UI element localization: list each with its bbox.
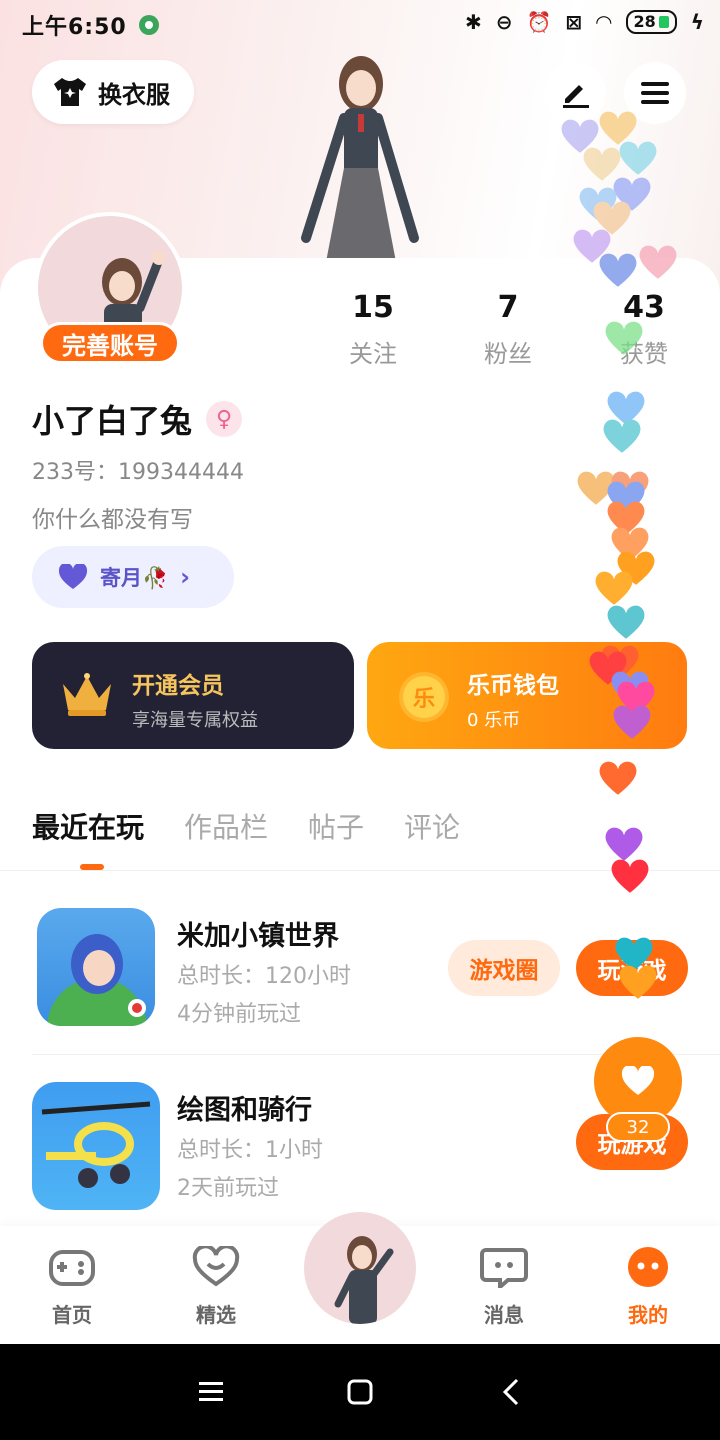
likes-label: 获赞 <box>620 340 668 368</box>
game-last-played: 4分钟前玩过 <box>177 1002 301 1027</box>
user-bio: 你什么都没有写 <box>32 507 193 533</box>
wifi-icon: ◠ <box>596 10 612 34</box>
chat-icon <box>480 1248 528 1292</box>
nav-me[interactable]: 我的 <box>598 1246 698 1328</box>
heart-icon <box>621 1066 655 1095</box>
stat-following[interactable]: 15 关注 <box>318 290 428 369</box>
tab-works[interactable]: 作品栏 <box>184 806 268 846</box>
user-id: 233号：199344444 <box>32 460 244 485</box>
vip-title: 开通会员 <box>132 673 224 699</box>
game-title: 绘图和骑行 <box>177 1095 312 1126</box>
status-time: 上午6:50 <box>22 15 127 40</box>
nav-home-label: 首页 <box>52 1303 92 1327</box>
tab-posts[interactable]: 帖子 <box>308 806 364 846</box>
followers-label: 粉丝 <box>484 340 532 368</box>
status-bar: 上午6:50 ✱ ⊖ ⏰ ⊠ ◠ 28 ϟ <box>0 0 720 50</box>
shirt-icon <box>54 78 86 106</box>
tab-recent[interactable]: 最近在玩 <box>32 806 144 846</box>
play-game-button[interactable]: 玩游戏 <box>576 940 688 996</box>
followers-count: 7 <box>497 290 519 325</box>
like-count-badge: 32 <box>606 1112 670 1142</box>
crown-icon <box>63 673 111 716</box>
female-icon: ♀ <box>206 401 243 437</box>
menu-icon <box>641 82 669 104</box>
following-label: 关注 <box>349 340 397 368</box>
stat-followers[interactable]: 7 粉丝 <box>453 290 563 369</box>
gamepad-icon <box>49 1250 95 1286</box>
battery-level: 28 <box>633 12 656 31</box>
game-icon-helicopter <box>32 1082 160 1210</box>
username: 小了白了兔 <box>32 402 193 440</box>
pen-icon <box>563 85 589 108</box>
game-list-item[interactable]: 米加小镇世界 总时长：120小时 4分钟前玩过 游戏圈 玩游戏 <box>32 908 720 1058</box>
game-duration: 总时长：1小时 <box>177 1138 323 1163</box>
nav-center-avatar[interactable] <box>304 1212 416 1324</box>
nav-me-label: 我的 <box>628 1303 668 1327</box>
heart-outline-icon <box>192 1244 240 1287</box>
chevron-right-icon: › <box>180 563 191 591</box>
game-last-played: 2天前玩过 <box>177 1176 279 1201</box>
edit-profile-button[interactable] <box>544 62 606 124</box>
game-title: 米加小镇世界 <box>177 921 339 952</box>
game-circle-button[interactable]: 游戏圈 <box>448 940 560 996</box>
sim-icon: ⊠ <box>565 10 583 34</box>
following-count: 15 <box>352 290 394 325</box>
change-outfit-label: 换衣服 <box>98 80 170 109</box>
back-icon[interactable] <box>502 1378 520 1406</box>
tab-comments[interactable]: 评论 <box>404 806 460 846</box>
wallet-card[interactable]: 乐 乐币钱包 0 乐币 <box>367 642 687 749</box>
recents-icon[interactable] <box>198 1381 224 1403</box>
alarm-icon: ⏰ <box>526 10 552 34</box>
nav-messages[interactable]: 消息 <box>454 1246 554 1328</box>
system-navigation-bar <box>0 1344 720 1440</box>
menu-button[interactable] <box>624 62 686 124</box>
heart-icon <box>58 564 88 589</box>
nav-messages-label: 消息 <box>484 1303 524 1327</box>
wallet-balance: 0 乐币 <box>467 710 521 731</box>
avatar-character <box>301 56 419 262</box>
nav-featured-label: 精选 <box>196 1303 236 1327</box>
status-icons: ✱ ⊖ ⏰ ⊠ ◠ 28 ϟ <box>465 10 704 34</box>
change-outfit-button[interactable]: 换衣服 <box>32 60 194 124</box>
coin-icon: 乐 <box>399 672 449 722</box>
settings-notification-icon <box>138 15 159 35</box>
profile-tag-label: 寄月🥀 <box>100 566 169 590</box>
nav-home[interactable]: 首页 <box>22 1246 122 1328</box>
wallet-title: 乐币钱包 <box>467 673 559 699</box>
username-row: 小了白了兔 ♀ <box>32 396 243 442</box>
profile-face-icon <box>628 1247 668 1287</box>
tabs-divider <box>0 870 720 871</box>
likes-count: 43 <box>623 290 665 325</box>
stat-likes[interactable]: 43 获赞 <box>589 290 699 369</box>
complete-account-button[interactable]: 完善账号 <box>40 322 180 364</box>
game-duration: 总时长：120小时 <box>177 964 351 989</box>
charging-icon: ϟ <box>690 10 704 34</box>
avatar-image <box>334 1236 394 1324</box>
bluetooth-icon: ✱ <box>464 10 482 34</box>
game-icon-miga <box>37 908 155 1026</box>
toggle-icon: ⊖ <box>495 10 513 34</box>
nav-featured[interactable]: 精选 <box>166 1244 266 1328</box>
content-tabs: 最近在玩 作品栏 帖子 评论 <box>32 806 460 846</box>
profile-tag-button[interactable]: 寄月🥀 › <box>32 546 234 608</box>
battery-icon: 28 <box>625 10 677 34</box>
home-icon[interactable] <box>347 1379 373 1405</box>
vip-card[interactable]: 开通会员 享海量专属权益 <box>32 642 354 749</box>
vip-subtitle: 享海量专属权益 <box>132 710 258 731</box>
